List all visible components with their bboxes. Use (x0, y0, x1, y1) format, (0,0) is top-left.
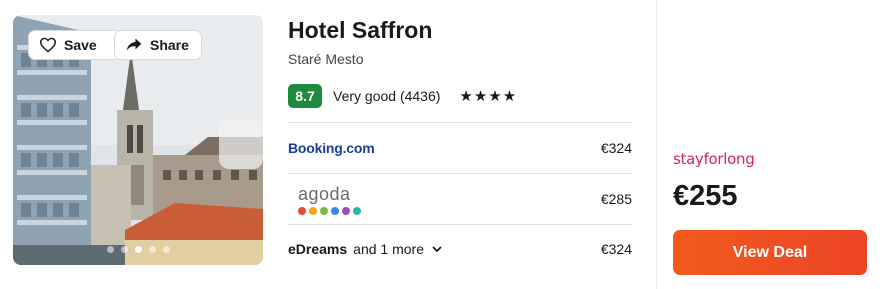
hotel-name[interactable]: Hotel Saffron (288, 17, 432, 44)
carousel-dots (13, 246, 263, 253)
vertical-divider (656, 0, 657, 289)
save-label: Save (64, 37, 97, 53)
carousel-dot[interactable] (162, 246, 170, 253)
divider (288, 224, 632, 225)
carousel-dot[interactable] (148, 246, 156, 253)
agoda-wordmark: agoda (298, 183, 351, 204)
divider (288, 122, 632, 123)
stayforlong-logo: stayforlong (673, 150, 755, 168)
rating-row: 8.7 Very good (4436) ★★★★ (288, 84, 517, 108)
offer-price: €285 (600, 191, 632, 207)
edreams-logo: eDreams (288, 241, 348, 257)
view-deal-button[interactable]: View Deal (673, 230, 867, 275)
heart-icon (39, 37, 57, 53)
agoda-logo: agoda (298, 184, 361, 215)
hotel-result-card[interactable]: Save Share Hotel Saffron Staré Mesto 8.7… (0, 0, 882, 289)
offer-row-edreams[interactable]: eDreams and 1 more €324 (288, 237, 632, 261)
offer-row-booking[interactable]: Booking.com €324 (288, 135, 632, 161)
offer-price: €324 (600, 241, 632, 257)
offer-row-agoda[interactable]: agoda €285 (288, 180, 632, 218)
best-price: €255 (673, 180, 738, 212)
offer-price: €324 (600, 140, 632, 156)
hotel-photo[interactable]: Save Share (13, 15, 263, 265)
save-button[interactable]: Save (28, 30, 122, 60)
edreams-provider: eDreams and 1 more (288, 241, 442, 257)
chevron-down-icon[interactable] (432, 245, 442, 253)
share-button[interactable]: Share (114, 30, 202, 60)
carousel-dot-active[interactable] (134, 246, 142, 253)
share-arrow-icon (126, 38, 142, 51)
review-summary[interactable]: Very good (4436) (333, 88, 440, 104)
agoda-logo-dots (298, 206, 361, 215)
carousel-dot[interactable] (120, 246, 128, 253)
more-offers-link[interactable]: and 1 more (353, 241, 424, 257)
carousel-dot[interactable] (106, 246, 114, 253)
review-score-badge: 8.7 (288, 84, 322, 108)
view-deal-label: View Deal (732, 243, 808, 261)
hotel-location: Staré Mesto (288, 51, 364, 67)
share-label: Share (150, 37, 189, 53)
booking-logo: Booking.com (288, 140, 375, 156)
divider (288, 173, 632, 174)
star-rating: ★★★★ (459, 88, 518, 105)
